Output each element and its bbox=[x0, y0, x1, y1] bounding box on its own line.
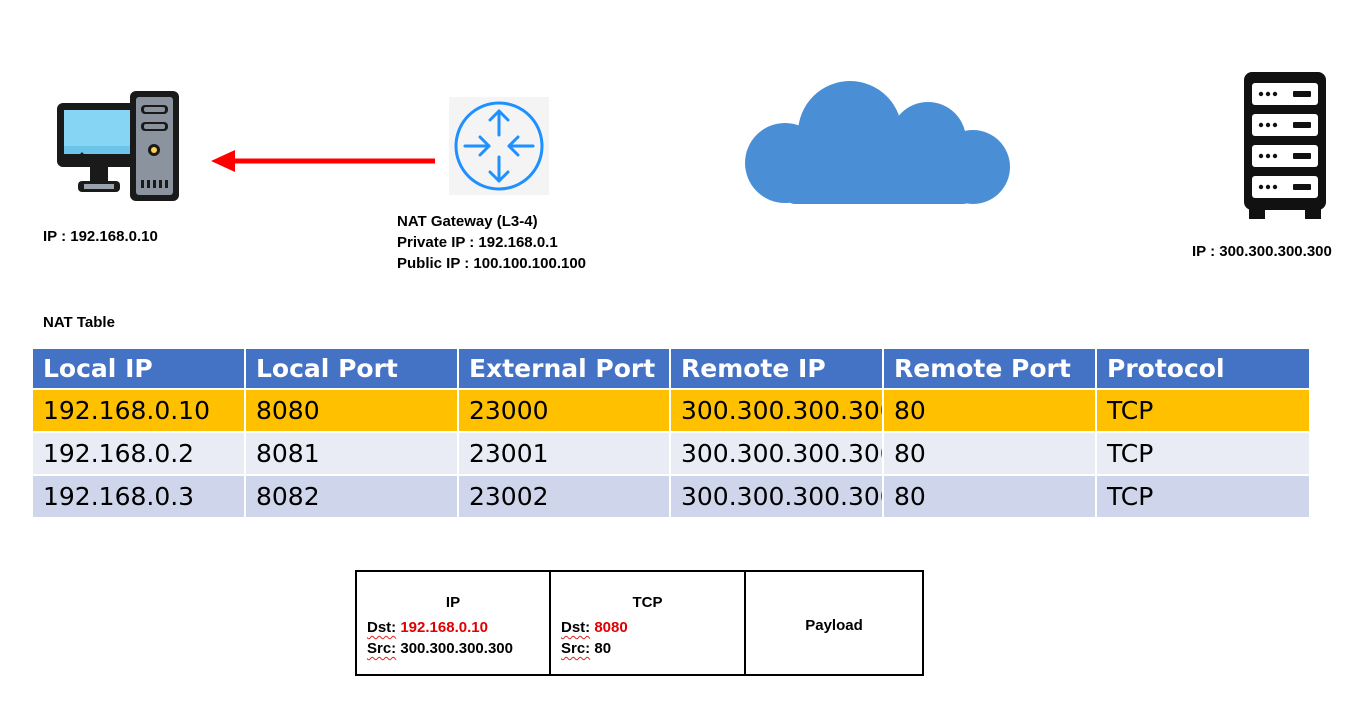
tcp-src-label: Src: bbox=[561, 640, 591, 657]
table-cell: 80 bbox=[884, 390, 1097, 433]
ip-dst-value: 192.168.0.10 bbox=[400, 619, 488, 636]
table-cell: 80 bbox=[884, 476, 1097, 519]
gateway-public-ip: Public IP : 100.100.100.100 bbox=[397, 255, 587, 272]
column-header: Remote Port bbox=[884, 349, 1097, 390]
tcp-dst-label: Dst: bbox=[561, 619, 591, 636]
packet-payload-title: Payload bbox=[805, 617, 863, 634]
packet-tcp-header: TCP Dst: 8080 Src: 80 bbox=[551, 572, 746, 674]
table-cell: 8081 bbox=[246, 433, 459, 476]
table-cell: TCP bbox=[1097, 476, 1309, 519]
table-cell: 23001 bbox=[459, 433, 671, 476]
packet-ip-header: IP Dst: 192.168.0.10 Src: 300.300.300.30… bbox=[357, 572, 551, 674]
table-cell: 300.300.300.300 bbox=[671, 476, 884, 519]
table-cell: 23002 bbox=[459, 476, 671, 519]
table-cell: 192.168.0.10 bbox=[33, 390, 246, 433]
column-header: Remote IP bbox=[671, 349, 884, 390]
ip-src-value: 300.300.300.300 bbox=[400, 640, 513, 657]
gateway-private-ip: Private IP : 192.168.0.1 bbox=[397, 234, 558, 251]
nat-table-header-row: Local IP Local Port External Port Remote… bbox=[33, 349, 1309, 390]
table-cell: 23000 bbox=[459, 390, 671, 433]
packet-payload: Payload bbox=[746, 572, 922, 674]
table-row: 192.168.0.2 8081 23001 300.300.300.300 8… bbox=[33, 433, 1309, 476]
tcp-src-value: 80 bbox=[594, 640, 612, 657]
table-cell: 300.300.300.300 bbox=[671, 390, 884, 433]
table-row-highlighted: 192.168.0.10 8080 23000 300.300.300.300 … bbox=[33, 390, 1309, 433]
ip-dst-label: Dst: bbox=[367, 619, 397, 636]
packet-diagram: IP Dst: 192.168.0.10 Src: 300.300.300.30… bbox=[355, 570, 924, 676]
packet-tcp-title: TCP bbox=[632, 594, 663, 611]
server-ip-label: IP : 300.300.300.300 bbox=[1192, 243, 1332, 260]
table-cell: TCP bbox=[1097, 433, 1309, 476]
tcp-dst-value: 8080 bbox=[594, 619, 628, 636]
column-header: Local Port bbox=[246, 349, 459, 390]
table-cell: 8080 bbox=[246, 390, 459, 433]
nat-table: Local IP Local Port External Port Remote… bbox=[33, 349, 1309, 519]
packet-ip-title: IP bbox=[445, 594, 461, 611]
client-ip-label: IP : 192.168.0.10 bbox=[43, 228, 158, 245]
table-row: 192.168.0.3 8082 23002 300.300.300.300 8… bbox=[33, 476, 1309, 519]
column-header: External Port bbox=[459, 349, 671, 390]
nat-table-title: NAT Table bbox=[43, 314, 115, 331]
desktop-computer-icon bbox=[57, 91, 179, 201]
gateway-info: NAT Gateway (L3-4) Private IP : 192.168.… bbox=[397, 211, 586, 274]
table-cell: 300.300.300.300 bbox=[671, 433, 884, 476]
server-rack-icon bbox=[1244, 72, 1326, 219]
traffic-arrow bbox=[211, 150, 435, 172]
gateway-title: NAT Gateway (L3-4) bbox=[397, 213, 538, 230]
column-header: Protocol bbox=[1097, 349, 1309, 390]
table-cell: 8082 bbox=[246, 476, 459, 519]
table-cell: 192.168.0.2 bbox=[33, 433, 246, 476]
column-header: Local IP bbox=[33, 349, 246, 390]
table-cell: TCP bbox=[1097, 390, 1309, 433]
table-cell: 192.168.0.3 bbox=[33, 476, 246, 519]
ip-src-label: Src: bbox=[367, 640, 397, 657]
router-icon bbox=[449, 97, 549, 195]
cloud-icon bbox=[745, 81, 1010, 204]
table-cell: 80 bbox=[884, 433, 1097, 476]
